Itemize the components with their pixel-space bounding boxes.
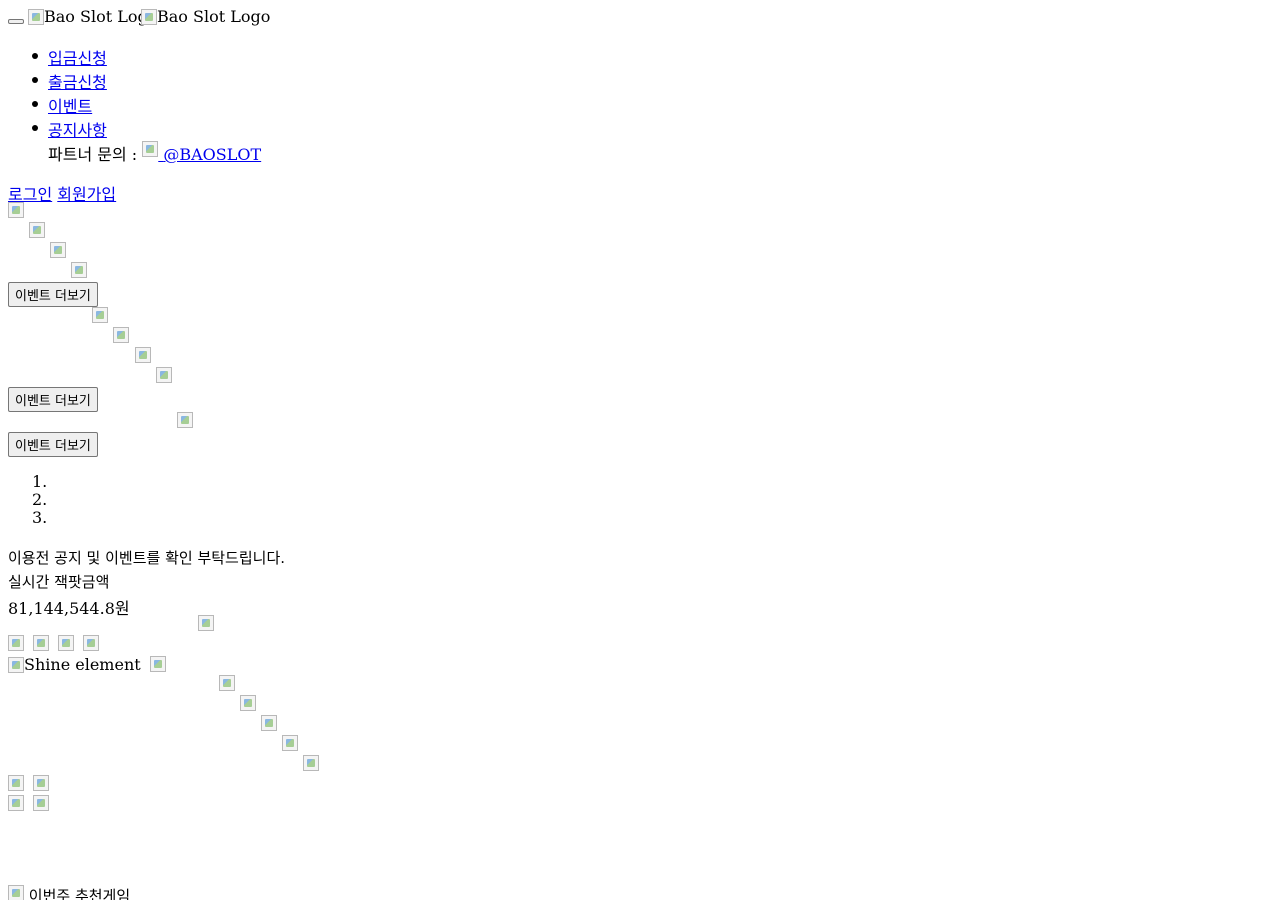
menu-toggle-button[interactable] (8, 19, 24, 24)
image-row (8, 635, 100, 654)
event-banner-image[interactable] (71, 262, 88, 278)
decor-image (218, 675, 235, 691)
notice-text: 이용전 공지 및 이벤트를 확인 부탁드립니다. (8, 549, 286, 567)
decor-image (303, 755, 320, 771)
game-thumb-image[interactable] (58, 635, 75, 651)
event-banner-image[interactable] (155, 367, 172, 383)
telegram-icon (142, 141, 159, 157)
jackpot-label: 실시간 잭팟금액 (8, 573, 110, 591)
decor-image (8, 775, 24, 791)
shine-row: Shine element (8, 656, 166, 677)
decor-image (33, 795, 50, 811)
event-banner-image[interactable] (176, 412, 193, 428)
event-banner-image[interactable] (29, 222, 46, 238)
signup-link[interactable]: 회원가입 (57, 185, 116, 204)
broken-image-icon (141, 9, 157, 25)
event-banner-image[interactable] (134, 347, 151, 363)
star-icon (8, 885, 24, 900)
partner-contact: 파트너 문의 : @BAOSLOT (48, 141, 261, 165)
event-more-button[interactable]: 이벤트 더보기 (8, 387, 98, 412)
carousel-indicator[interactable]: 1. (32, 472, 47, 491)
game-thumb-image[interactable] (83, 635, 100, 651)
partner-telegram-link[interactable]: @BAOSLOT (142, 141, 261, 164)
nav-item-withdraw: 출금신청 (32, 69, 107, 93)
decor-image (282, 735, 299, 751)
decor-image (197, 615, 214, 631)
decor-image (261, 715, 278, 731)
decor-image (8, 795, 24, 811)
page-root: Bao Slot Logo Bao Slot Logo 입금신청 출금신청 이벤… (0, 0, 1280, 900)
image-row (8, 795, 50, 814)
event-banner-image[interactable] (50, 242, 67, 258)
carousel-indicator[interactable]: 2. (32, 490, 47, 509)
nav-item-deposit: 입금신청 (32, 45, 107, 69)
auth-links: 로그인 회원가입 (8, 181, 116, 205)
recommend-heading: 이번주 추천게임 (8, 885, 130, 900)
event-banner-image[interactable] (113, 327, 130, 343)
event-more-button[interactable]: 이벤트 더보기 (8, 432, 98, 457)
broken-image-icon (8, 657, 24, 673)
logo-image-secondary[interactable]: Bao Slot Logo (141, 8, 270, 26)
game-thumb-image[interactable] (33, 635, 50, 651)
game-thumb-image[interactable] (8, 635, 24, 651)
logo-image[interactable]: Bao Slot Logo (28, 8, 157, 26)
nav-link-withdraw[interactable]: 출금신청 (48, 73, 107, 92)
decor-image (240, 695, 257, 711)
jackpot-amount: 81,144,544.8원 (8, 599, 130, 618)
decor-image (149, 656, 166, 672)
event-banner-image[interactable] (8, 202, 24, 218)
broken-image-icon (28, 9, 44, 25)
nav-link-deposit[interactable]: 입금신청 (48, 49, 107, 68)
nav-link-event[interactable]: 이벤트 (48, 97, 92, 116)
decor-image (33, 775, 50, 791)
nav-link-notice[interactable]: 공지사항 (48, 121, 107, 140)
partner-label: 파트너 문의 : (48, 145, 138, 164)
image-row (8, 775, 50, 794)
nav-item-event: 이벤트 (31, 93, 92, 117)
shine-image: Shine element (8, 656, 141, 674)
event-more-button[interactable]: 이벤트 더보기 (8, 282, 98, 307)
event-banner-image[interactable] (92, 307, 109, 323)
nav-item-notice: 공지사항 (32, 117, 107, 141)
carousel-indicator[interactable]: 3. (32, 508, 47, 527)
